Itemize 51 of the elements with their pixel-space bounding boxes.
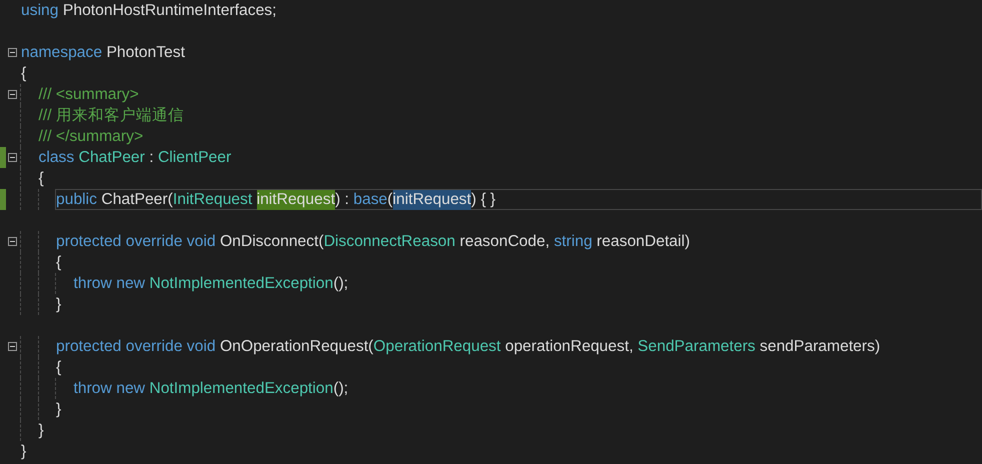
highlighted-reference: initRequest xyxy=(392,190,472,210)
code-text: { xyxy=(56,358,62,376)
code-comment: /// 用来和客户端通信 xyxy=(38,106,184,126)
code-keyword: namespace xyxy=(21,44,104,62)
code-text: (); xyxy=(333,380,348,398)
code-text: } xyxy=(21,442,26,460)
code-keyword: protected override void xyxy=(56,338,217,356)
code-text: } xyxy=(38,422,44,440)
code-type-name: NotImplementedException xyxy=(149,274,334,292)
code-type-name: DisconnectReason xyxy=(324,232,456,250)
code-text: } xyxy=(56,296,62,314)
code-text: { xyxy=(38,170,44,188)
code-keyword: throw new xyxy=(74,274,146,292)
code-keyword: public xyxy=(56,190,98,208)
code-text: reasonCode, xyxy=(458,232,551,250)
code-type-name: SendParameters xyxy=(638,338,756,356)
code-text: reasonDetail) xyxy=(596,232,690,250)
highlighted-reference: initRequest xyxy=(256,190,336,210)
code-text: PhotonHostRuntimeInterfaces; xyxy=(62,2,277,20)
code-keyword: base xyxy=(353,190,388,208)
code-keyword: using xyxy=(21,2,60,20)
code-text: (); xyxy=(333,274,348,292)
code-text: ( xyxy=(387,190,393,208)
code-text: OnDisconnect( xyxy=(220,232,324,250)
collapse-icon[interactable] xyxy=(8,342,17,351)
code-type-name: OperationRequest xyxy=(373,338,501,356)
code-text: { xyxy=(21,64,26,82)
code-text: { xyxy=(56,254,62,272)
code-text: operationRequest, xyxy=(504,338,634,356)
code-type-name: NotImplementedException xyxy=(149,380,334,398)
code-keyword: protected override void xyxy=(56,232,217,250)
code-text: ) : xyxy=(335,190,350,208)
code-text: } xyxy=(56,400,62,418)
collapse-icon[interactable] xyxy=(8,237,17,246)
code-keyword: throw new xyxy=(74,380,146,398)
code-keyword: string xyxy=(554,232,592,250)
code-type-name: InitRequest xyxy=(172,190,254,208)
code-text: OnOperationRequest( xyxy=(220,338,374,356)
code-type-name: ClientPeer xyxy=(158,148,232,166)
code-text: ChatPeer( xyxy=(101,190,173,208)
collapse-icon[interactable] xyxy=(8,90,17,99)
code-text: PhotonTest xyxy=(106,44,185,62)
collapse-icon[interactable] xyxy=(8,153,17,162)
code-text: ) { } xyxy=(471,190,496,208)
collapse-icon[interactable] xyxy=(8,48,17,57)
code-text: sendParameters) xyxy=(758,338,880,356)
code-text: : xyxy=(148,148,155,166)
code-comment: /// <summary> xyxy=(38,86,139,104)
code-comment: /// </summary> xyxy=(38,128,144,146)
code-keyword: class xyxy=(38,148,76,166)
code-type-name: ChatPeer xyxy=(78,148,145,166)
